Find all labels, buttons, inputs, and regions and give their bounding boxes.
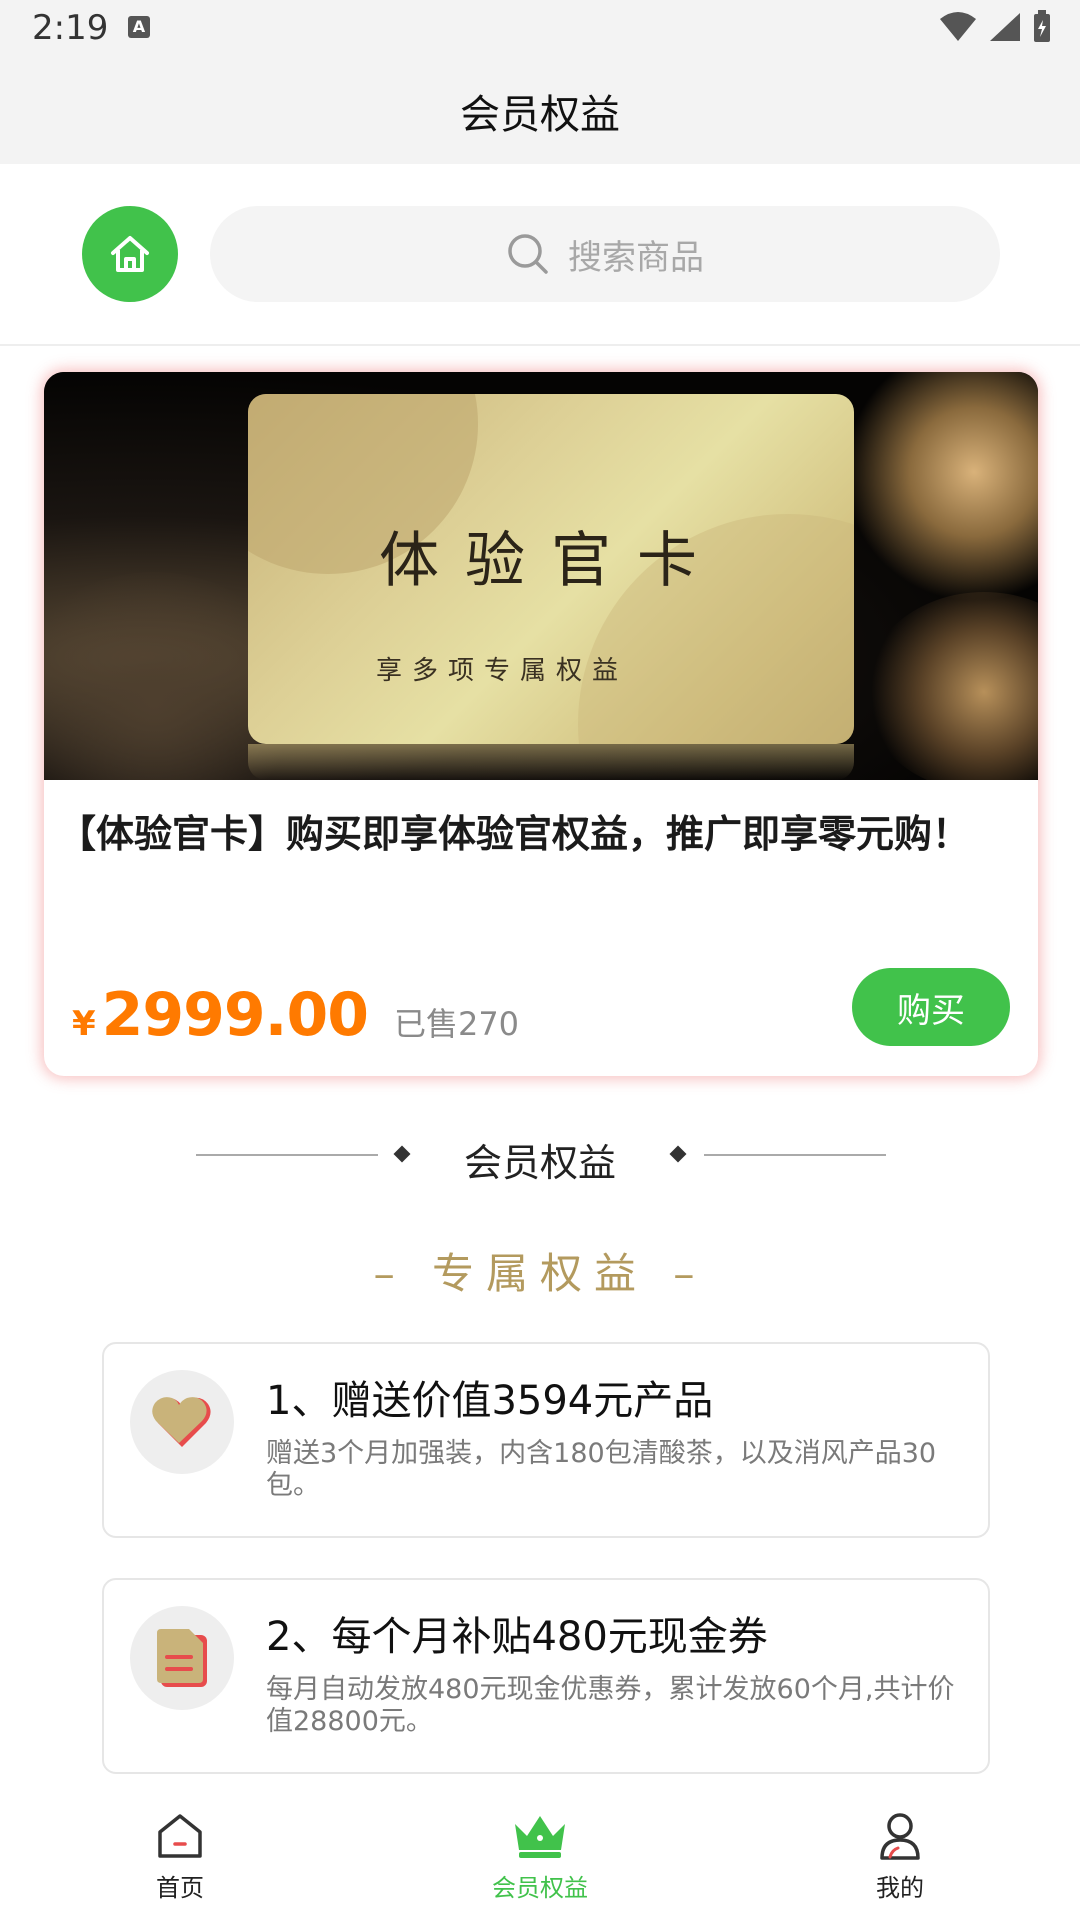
system-icons	[938, 10, 1052, 44]
crown-icon	[515, 1816, 565, 1858]
search-row: 搜索商品	[0, 164, 1080, 346]
status-bar: 2:19 A	[0, 0, 1080, 58]
product-card[interactable]: 体验官卡 享多项专属权益 【体验官卡】购买即享体验官权益，推广即享零元购！ ¥ …	[44, 372, 1038, 1076]
tab-home[interactable]: 首页	[80, 1810, 280, 1920]
notification-icon: A	[128, 16, 150, 38]
product-price: 2999.00	[101, 980, 369, 1050]
signal-icon	[990, 13, 1020, 41]
currency-symbol: ¥	[72, 1004, 96, 1044]
search-placeholder: 搜索商品	[568, 237, 704, 278]
sold-count: 已售270	[393, 1005, 520, 1043]
section-header: 会员权益	[0, 1128, 1080, 1185]
wifi-icon	[940, 12, 976, 41]
status-time: 2:19	[32, 8, 109, 48]
benefit-item: 1、赠送价值3594元产品 赠送3个月加强装，内含180包清酸茶，以及消风产品3…	[102, 1342, 990, 1538]
benefit-description: 每月自动发放480元现金优惠券，累计发放60个月,共计价值28800元。	[266, 1674, 955, 1737]
price-row: ¥ 2999.00 已售270	[72, 980, 519, 1050]
title-bar: 会员权益	[0, 58, 1080, 164]
benefit-description: 赠送3个月加强装，内含180包清酸茶，以及消风产品30包。	[266, 1438, 937, 1501]
heart-icon	[152, 1397, 211, 1447]
search-input[interactable]: 搜索商品	[210, 206, 1000, 302]
search-icon	[508, 234, 548, 274]
home-icon	[158, 1814, 202, 1858]
membership-card-image: 体验官卡 享多项专属权益	[248, 394, 854, 744]
product-banner: 体验官卡 享多项专属权益	[44, 372, 1038, 780]
benefit-item: 2、每个月补贴480元现金券 每月自动发放480元现金优惠券，累计发放60个月,…	[102, 1578, 990, 1774]
benefit-icon-wrap	[130, 1370, 234, 1474]
tab-label: 会员权益	[492, 1874, 588, 1902]
home-icon	[111, 236, 149, 272]
benefit-title: 1、赠送价值3594元产品	[266, 1378, 714, 1424]
tab-member-benefits[interactable]: 会员权益	[440, 1810, 640, 1920]
battery-icon	[1034, 10, 1050, 42]
buy-button[interactable]: 购买	[852, 968, 1010, 1046]
page-title: 会员权益	[460, 92, 620, 138]
user-icon	[880, 1813, 920, 1860]
bottom-tab-bar: 首页 会员权益 我的	[0, 1800, 1080, 1920]
exclusive-benefits-heading: – 专属权益 –	[373, 1249, 707, 1298]
tab-mine[interactable]: 我的	[800, 1810, 1000, 1920]
card-image-title: 体验官卡	[379, 526, 723, 596]
section-title: 会员权益	[463, 1141, 616, 1185]
benefit-icon-wrap	[130, 1606, 234, 1710]
home-button[interactable]	[82, 206, 178, 302]
document-icon	[157, 1629, 207, 1687]
benefit-title: 2、每个月补贴480元现金券	[266, 1614, 768, 1660]
card-image-subtitle: 享多项专属权益	[376, 656, 629, 686]
tab-label: 我的	[876, 1874, 924, 1902]
tab-label: 首页	[156, 1874, 204, 1902]
product-title: 【体验官卡】购买即享体验官权益，推广即享零元购！	[58, 812, 971, 856]
